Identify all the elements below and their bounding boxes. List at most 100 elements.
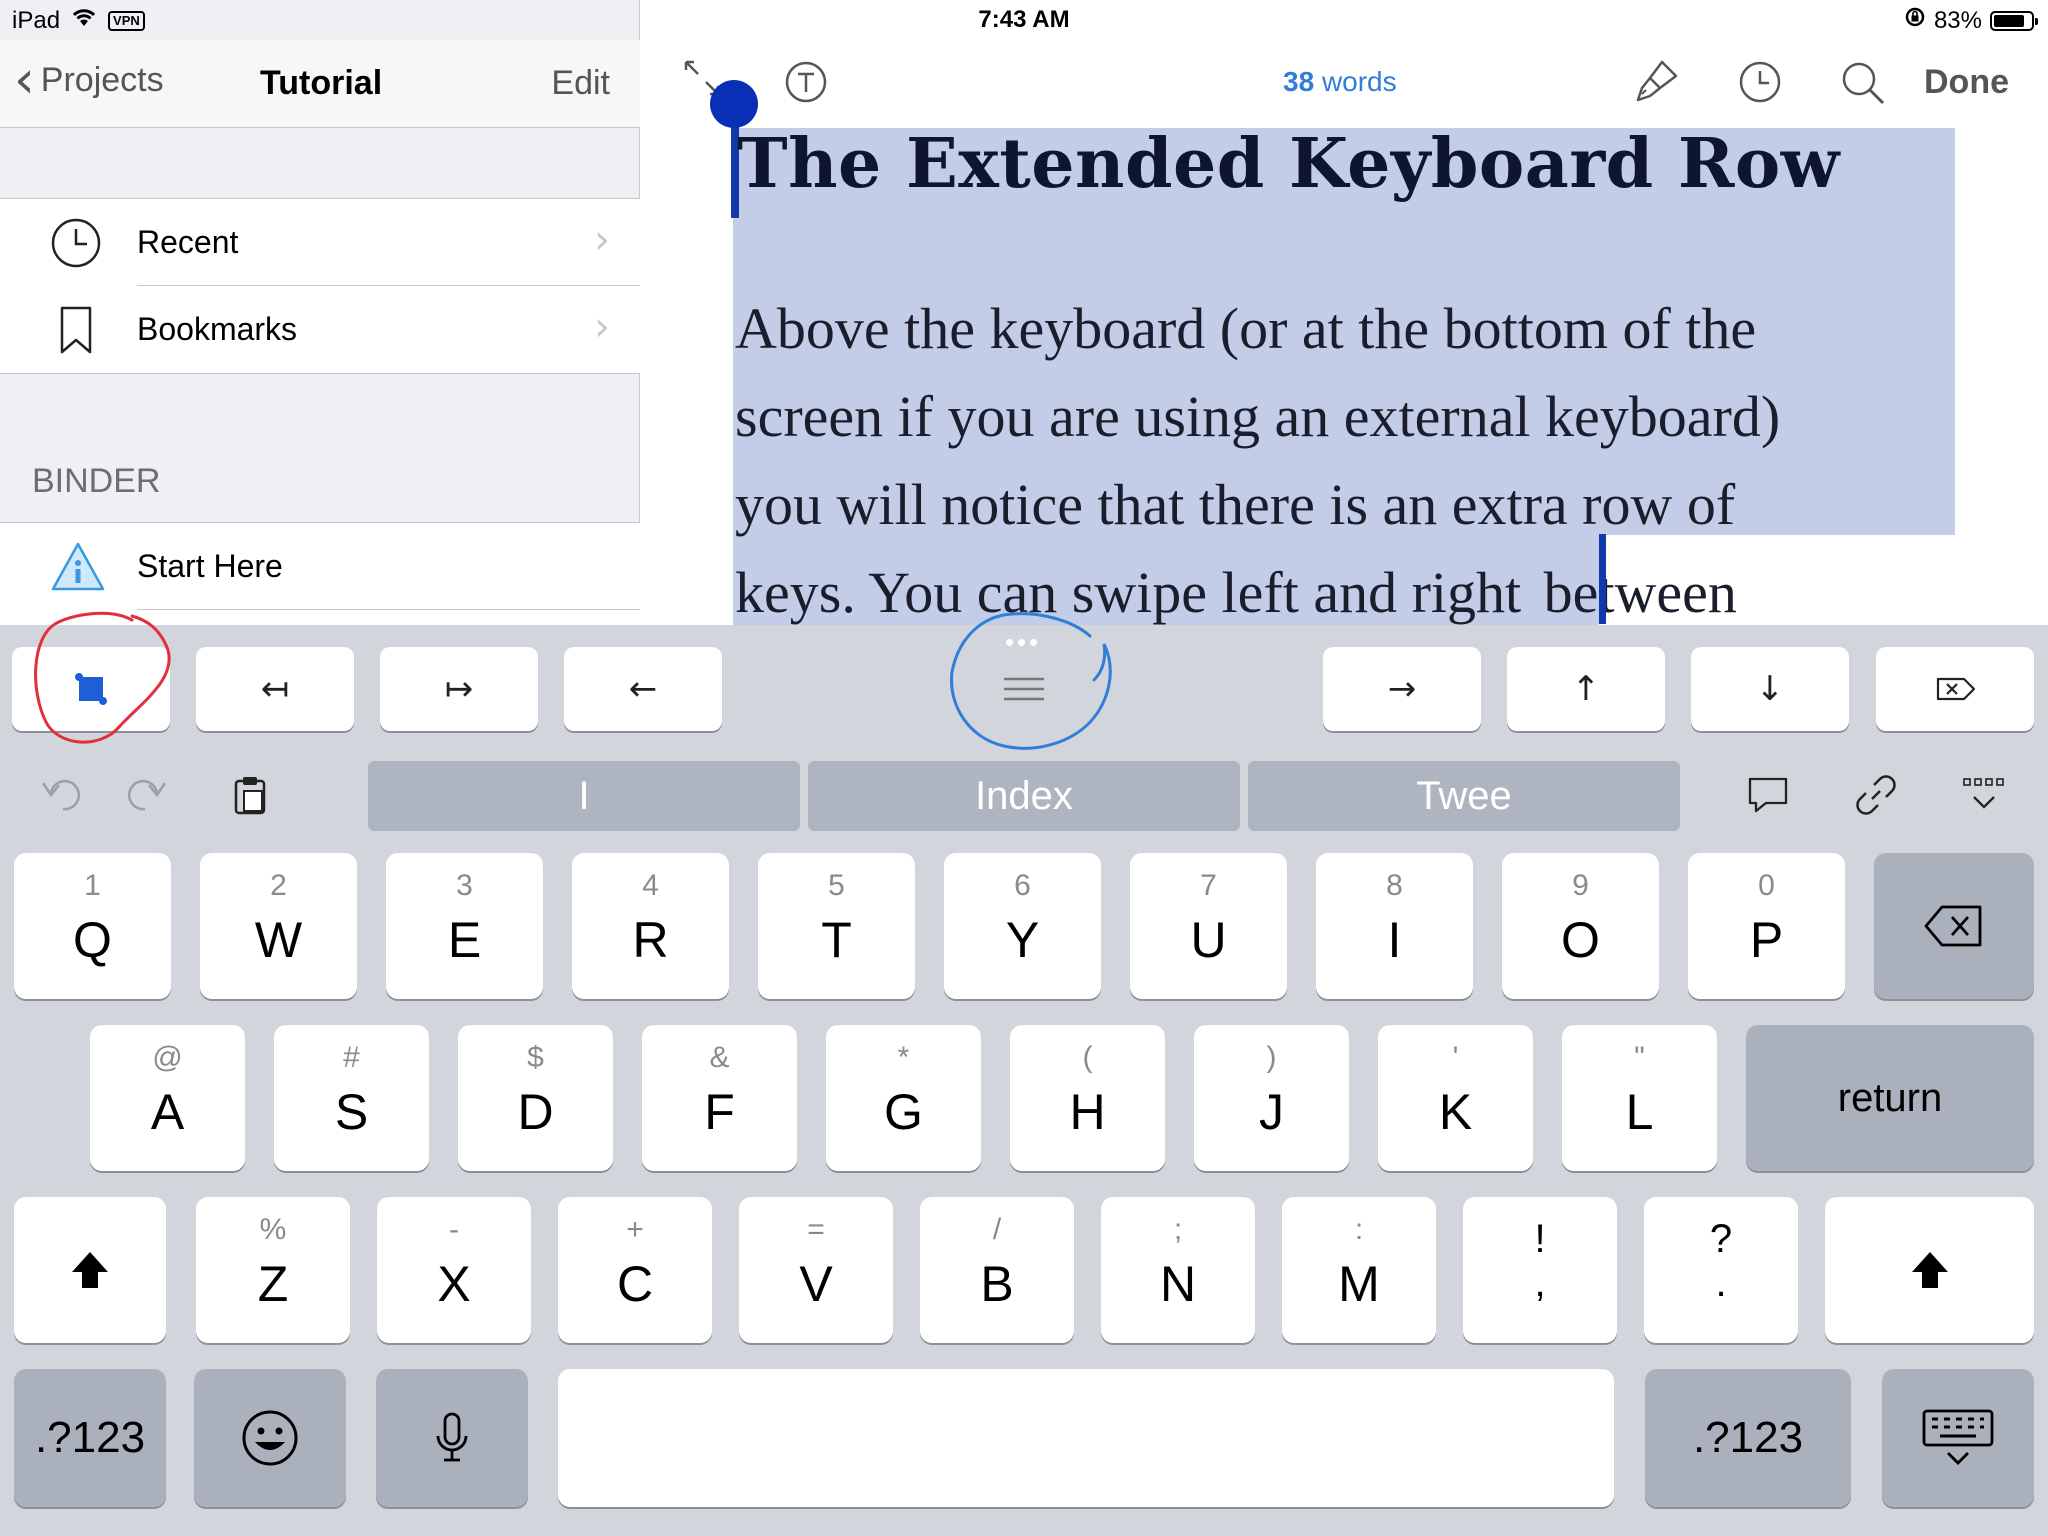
shift-key-left[interactable] [14,1197,166,1343]
key-o[interactable]: 9O [1502,853,1659,999]
word-count-number: 38 [1283,66,1315,97]
battery-fill [1994,14,2024,27]
key-e[interactable]: 3E [386,853,543,999]
cursor-down-key[interactable]: ↓ [1691,647,1849,731]
sidebar-title: Tutorial [260,64,383,102]
redo-icon[interactable] [114,765,174,825]
arrow-left-icon: ← [628,669,658,709]
key-x[interactable]: -X [377,1197,531,1343]
key-top-char: ? [1709,1217,1733,1261]
key-question-period[interactable]: ? . [1644,1197,1798,1343]
history-clock-icon[interactable] [1738,60,1782,109]
selection-end-caret[interactable] [1599,534,1606,624]
hide-keyboard-key[interactable] [1882,1369,2034,1507]
comment-icon[interactable] [1738,765,1798,825]
key-u[interactable]: 7U [1130,853,1287,999]
key-top-char: ! [1534,1217,1546,1261]
edit-button[interactable]: Edit [551,64,610,103]
paste-clipboard-icon[interactable] [220,765,280,825]
binder-item-start-here[interactable]: Start Here [0,523,640,610]
key-t[interactable]: 5T [758,853,915,999]
document-heading[interactable]: The Extended Keyboard Row [737,124,1840,204]
keyboard-row-menu-key[interactable] [950,647,1098,731]
selection-start-handle[interactable] [710,80,758,128]
return-key[interactable]: return [1746,1025,2034,1171]
select-block-key[interactable] [12,647,170,731]
numbers-key-label: .?123 [34,1413,146,1462]
key-b[interactable]: / B [920,1197,1074,1343]
binder-item-label: Start Here [137,548,283,584]
key-k[interactable]: ' K [1378,1025,1533,1171]
quick-access-list: Recent › Bookmarks › [0,198,640,374]
binder-list: Start Here [0,522,640,626]
keyboard: ↤ ↦ ← → ↑ ↓ I Index Twee 1Q 2W 3 E 4 R 5… [0,625,2048,1536]
key-g[interactable]: * G [826,1025,981,1171]
sidebar-item-label: Recent [137,224,239,260]
sidebar-item-recent[interactable]: Recent › [0,199,640,286]
backspace-icon [1874,853,2034,999]
cursor-left-key[interactable]: ← [564,647,722,731]
key-q[interactable]: 1Q [14,853,171,999]
key-y[interactable]: 6Y [944,853,1101,999]
key-n[interactable]: ; N [1101,1197,1255,1343]
forward-delete-icon [1936,677,1976,701]
shift-icon [1825,1197,2034,1343]
document-body[interactable]: Above the keyboard (or at the bottom of … [735,285,1935,637]
key-p[interactable]: 0P [1688,853,1845,999]
link-icon[interactable] [1846,765,1906,825]
search-icon[interactable] [1840,60,1886,111]
key-h[interactable]: (H [1010,1025,1165,1171]
chevron-left-icon: ‹ [14,50,35,110]
word-count-label: words [1321,66,1397,97]
key-w[interactable]: 2W [200,853,357,999]
key-l[interactable]: " L [1562,1025,1717,1171]
format-text-icon[interactable] [784,60,828,109]
status-bar: iPad VPN 7:43 AM 83% [0,0,2048,40]
cursor-up-key[interactable]: ↑ [1507,647,1665,731]
key-c[interactable]: + C [558,1197,712,1343]
body-line: Above the keyboard (or at the bottom of … [735,296,1757,361]
body-line: keys. You can swipe left and right betwe… [735,549,1935,637]
body-line: you will notice that there is an extra r… [735,472,1736,537]
numbers-key-right[interactable]: .?123 [1645,1369,1851,1507]
undo-icon[interactable] [34,765,94,825]
clock-icon [50,217,102,269]
info-triangle-icon [50,541,105,593]
back-button[interactable]: ‹ Projects [14,50,164,110]
key-d[interactable]: $ D [458,1025,613,1171]
numbers-key-left[interactable]: .?123 [14,1369,166,1507]
key-m[interactable]: :M [1282,1197,1436,1343]
key-j[interactable]: ) J [1194,1025,1349,1171]
backspace-key[interactable] [1874,853,2034,999]
space-bar[interactable] [558,1369,1614,1507]
suggestion-3[interactable]: Twee [1248,761,1680,831]
word-count[interactable]: 38 words [1283,66,1397,98]
status-time: 7:43 AM [978,6,1070,33]
done-button[interactable]: Done [1924,63,2009,102]
arrow-right-bar-icon: ↦ [444,669,474,709]
key-exclamation-comma[interactable]: ! , [1463,1197,1617,1343]
cursor-right-key[interactable]: → [1323,647,1481,731]
suggestion-2[interactable]: Index [808,761,1240,831]
forward-delete-key[interactable] [1876,647,2034,731]
dictation-key[interactable] [376,1369,528,1507]
key-a[interactable]: @ A [90,1025,245,1171]
key-z[interactable]: % Z [196,1197,350,1343]
keyboard-row-page-dots [1006,633,1042,646]
sidebar-item-label: Bookmarks [137,311,298,347]
key-v[interactable]: = V [739,1197,893,1343]
move-to-line-end-key[interactable]: ↦ [380,647,538,731]
move-to-line-start-key[interactable]: ↤ [196,647,354,731]
battery-icon [1990,10,2038,31]
key-r[interactable]: 4R [572,853,729,999]
sidebar-item-bookmarks[interactable]: Bookmarks › [0,286,640,373]
chevron-right-icon: › [594,304,610,350]
paintbrush-icon[interactable] [1632,58,1680,111]
key-i[interactable]: 8I [1316,853,1473,999]
emoji-key[interactable] [194,1369,346,1507]
key-f[interactable]: & F [642,1025,797,1171]
shift-key-right[interactable] [1825,1197,2034,1343]
suggestion-1[interactable]: I [368,761,800,831]
key-s[interactable]: # S [274,1025,429,1171]
more-keys-icon[interactable] [1954,765,2014,825]
